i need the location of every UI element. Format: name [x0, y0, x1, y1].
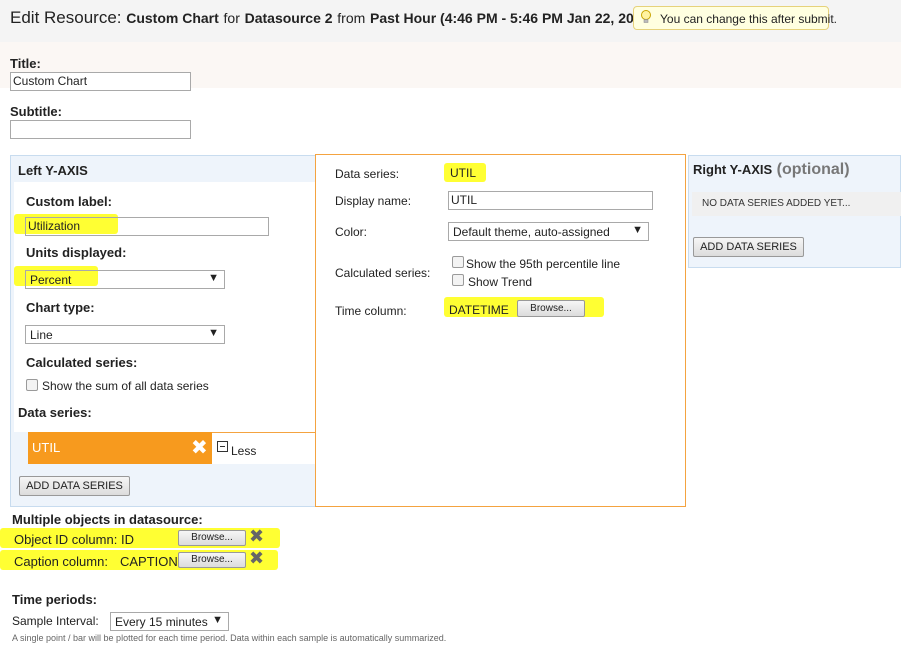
- series-item-label: UTIL: [32, 440, 61, 455]
- left-add-series-button[interactable]: ADD DATA SERIES: [19, 476, 130, 496]
- chart-type-select[interactable]: Line ▼: [25, 325, 225, 344]
- title-label: Title:: [10, 56, 41, 71]
- right-axis-optional: (optional): [776, 161, 850, 178]
- chart-type-value: Line: [30, 328, 53, 342]
- percentile-checkbox[interactable]: [452, 256, 464, 268]
- caption-browse-button[interactable]: Browse...: [178, 552, 246, 568]
- right-add-series-button[interactable]: ADD DATA SERIES: [693, 237, 804, 257]
- calc-series-label: Calculated series:: [26, 355, 138, 370]
- trend-label: Show Trend: [468, 275, 533, 289]
- detail-calc-label: Calculated series:: [335, 266, 431, 280]
- multi-objects-heading: Multiple objects in datasource:: [12, 512, 203, 527]
- units-value: Percent: [30, 273, 72, 287]
- tip-box: You can change this after submit.: [633, 6, 837, 30]
- data-series-label: Data series:: [18, 405, 92, 420]
- page-title: Edit Resource: Custom Chart for Datasour…: [10, 8, 654, 28]
- clear-object-id-icon[interactable]: ✖: [249, 526, 264, 547]
- color-select[interactable]: Default theme, auto-assigned ▼: [448, 222, 649, 241]
- sample-interval-label: Sample Interval:: [12, 614, 99, 628]
- object-id-browse-button[interactable]: Browse...: [178, 530, 246, 546]
- sum-series-label: Show the sum of all data series: [42, 379, 209, 393]
- display-name-label: Display name:: [335, 194, 412, 208]
- title-input[interactable]: Custom Chart: [10, 72, 191, 91]
- right-axis-empty-message: NO DATA SERIES ADDED YET...: [692, 192, 901, 216]
- tip-text: You can change this after submit.: [660, 12, 837, 26]
- left-axis-heading: Left Y-AXIS: [18, 163, 88, 178]
- chevron-down-icon: ▼: [212, 614, 223, 626]
- caption-value: CAPTION: [120, 554, 178, 569]
- title-range: Past Hour (4:46 PM - 5:46 PM Jan 22, 201…: [370, 10, 655, 26]
- lightbulb-icon: [641, 10, 651, 23]
- chevron-down-icon: ▼: [208, 272, 219, 284]
- sum-series-checkbox[interactable]: [26, 379, 38, 391]
- time-column-browse-button[interactable]: Browse...: [517, 300, 585, 317]
- right-axis-heading: Right Y-AXIS (optional): [693, 161, 850, 179]
- detail-series-value: UTIL: [450, 166, 477, 180]
- sample-interval-value: Every 15 minutes: [115, 615, 208, 629]
- color-label: Color:: [335, 225, 368, 239]
- series-item-util[interactable]: UTIL ✖: [28, 432, 212, 464]
- display-name-input[interactable]: UTIL: [448, 191, 653, 210]
- title-prefix: Edit Resource:: [10, 8, 122, 27]
- time-periods-heading: Time periods:: [12, 592, 98, 607]
- remove-series-icon[interactable]: ✖: [191, 435, 208, 460]
- title-datasource: Datasource 2: [244, 10, 333, 26]
- caption-label: Caption column:: [14, 554, 108, 569]
- object-id-value: ID: [120, 532, 134, 547]
- subtitle-input[interactable]: [10, 120, 191, 139]
- object-id-row: Object ID column: ID: [14, 532, 134, 547]
- time-periods-note: A single point / bar will be plotted for…: [12, 633, 447, 643]
- chart-type-label: Chart type:: [26, 300, 95, 315]
- percentile-label: Show the 95th percentile line: [466, 257, 621, 271]
- detail-series-label: Data series:: [335, 167, 400, 181]
- units-select[interactable]: Percent ▼: [25, 270, 225, 289]
- time-column-value: DATETIME: [449, 303, 509, 317]
- chevron-down-icon: ▼: [208, 327, 219, 339]
- title-from: from: [337, 10, 366, 26]
- custom-label-input[interactable]: Utilization: [25, 217, 269, 236]
- custom-label-label: Custom label:: [26, 194, 112, 209]
- right-axis-title: Right Y-AXIS: [693, 162, 773, 177]
- chevron-down-icon: ▼: [632, 224, 643, 236]
- collapse-icon[interactable]: [217, 441, 228, 452]
- time-column-label: Time column:: [335, 304, 407, 318]
- object-id-label: Object ID column:: [14, 532, 118, 547]
- less-link[interactable]: Less: [231, 444, 256, 458]
- clear-caption-icon[interactable]: ✖: [249, 548, 264, 569]
- color-value: Default theme, auto-assigned: [453, 225, 610, 239]
- title-for: for: [223, 10, 240, 26]
- units-label: Units displayed:: [26, 245, 127, 260]
- subtitle-label: Subtitle:: [10, 104, 62, 119]
- sample-interval-select[interactable]: Every 15 minutes ▼: [110, 612, 229, 631]
- title-chart-name: Custom Chart: [126, 10, 219, 26]
- trend-checkbox[interactable]: [452, 274, 464, 286]
- caption-row: Caption column:: [14, 554, 108, 569]
